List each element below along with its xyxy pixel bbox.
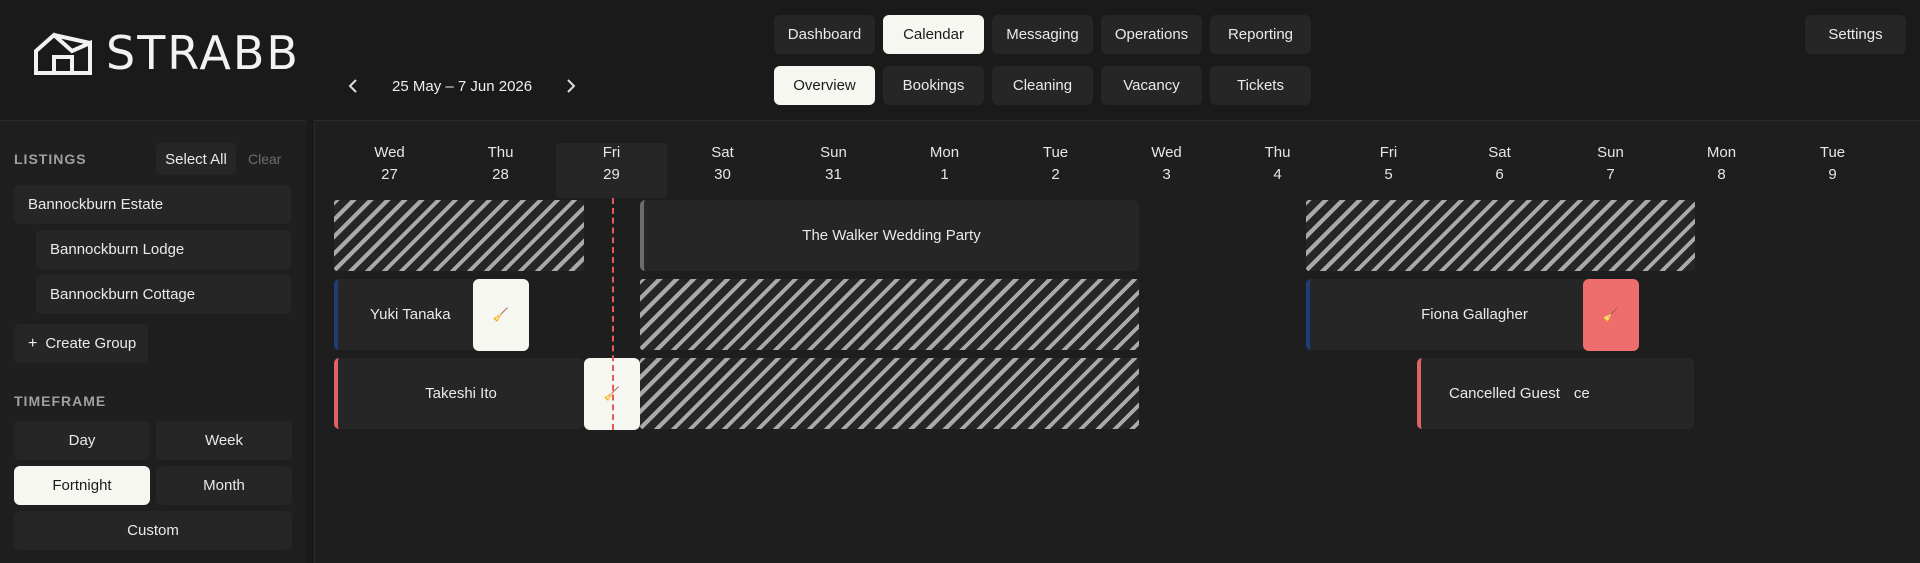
today-indicator-line [612, 198, 614, 430]
cleaning-icon: 🧹 [1602, 307, 1620, 322]
secondary-nav: Overview Bookings Cleaning Vacancy Ticke… [774, 66, 1311, 105]
booking-label: Cancelled Guest [1449, 385, 1560, 402]
day-date: 1 [940, 166, 949, 183]
listing-group-bannockburn-estate[interactable]: Bannockburn Estate [14, 185, 291, 224]
day-date: 29 [603, 166, 620, 183]
booking-label: The Walker Wedding Party [802, 227, 981, 244]
sidebar: LISTINGS Select All Clear Bannockburn Es… [0, 120, 306, 563]
cleaning-task-card[interactable]: 🧹 [473, 279, 529, 351]
day-name: Thu [1264, 144, 1291, 161]
booking-label: Yuki Tanaka [370, 306, 451, 323]
timeframe-day[interactable]: Day [14, 421, 150, 460]
day-header: Fri 5 [1333, 143, 1444, 185]
day-name: Mon [1706, 144, 1737, 161]
day-header: Wed 3 [1111, 143, 1222, 185]
tab-cleaning[interactable]: Cleaning [992, 66, 1093, 105]
listing-bannockburn-lodge[interactable]: Bannockburn Lodge [36, 230, 291, 269]
day-date: 30 [714, 166, 731, 183]
day-header: Mon 1 [889, 143, 1000, 185]
day-header: Tue 2 [1000, 143, 1111, 185]
day-header: Fri 29 [556, 143, 667, 185]
day-header: Thu 28 [445, 143, 556, 185]
blocked-period[interactable] [640, 358, 1139, 429]
booking-cancelled-guest[interactable]: Cancelled Guest ce [1417, 358, 1694, 429]
day-header: Tue 9 [1777, 143, 1888, 185]
primary-nav: Dashboard Calendar Messaging Operations … [774, 15, 1311, 54]
day-date: 2 [1051, 166, 1060, 183]
day-date: 27 [381, 166, 398, 183]
listing-bannockburn-cottage[interactable]: Bannockburn Cottage [36, 275, 291, 314]
day-name: Sat [1488, 144, 1511, 161]
select-all-button[interactable]: Select All [156, 143, 236, 175]
chevron-left-icon [348, 79, 357, 93]
house-logo-icon [34, 32, 92, 75]
day-name: Tue [1042, 144, 1069, 161]
tab-bookings[interactable]: Bookings [883, 66, 984, 105]
tab-calendar[interactable]: Calendar [883, 15, 984, 54]
day-date: 31 [825, 166, 842, 183]
day-name: Wed [1151, 144, 1182, 161]
day-header: Sat 30 [667, 143, 778, 185]
date-navigator: 25 May – 7 Jun 2026 [340, 73, 584, 99]
tab-vacancy[interactable]: Vacancy [1101, 66, 1202, 105]
day-header: Wed 27 [334, 143, 445, 185]
plus-icon: + [28, 334, 38, 352]
timeframe-fortnight[interactable]: Fortnight [14, 466, 150, 505]
day-date: 28 [492, 166, 509, 183]
tab-tickets[interactable]: Tickets [1210, 66, 1311, 105]
timeframe-section-title: TIMEFRAME [14, 393, 107, 409]
day-name: Wed [374, 144, 405, 161]
tab-messaging[interactable]: Messaging [992, 15, 1093, 54]
day-name: Mon [929, 144, 960, 161]
chevron-right-icon [567, 79, 576, 93]
cleaning-task-card-overdue[interactable]: 🧹 [1583, 279, 1639, 351]
app-logo[interactable]: STRABB [32, 30, 300, 76]
blocked-period[interactable] [334, 200, 584, 271]
day-date: 7 [1606, 166, 1615, 183]
blocked-period[interactable] [1306, 200, 1695, 271]
booking-walker-wedding-party[interactable]: The Walker Wedding Party [640, 200, 1139, 271]
tab-dashboard[interactable]: Dashboard [774, 15, 875, 54]
prev-range-button[interactable] [340, 73, 366, 99]
logo-text: STRABB [106, 26, 300, 80]
settings-button[interactable]: Settings [1805, 15, 1906, 54]
timeframe-week[interactable]: Week [156, 421, 292, 460]
day-name: Sat [711, 144, 734, 161]
day-header: Mon 8 [1666, 143, 1777, 185]
day-name: Sun [1597, 144, 1624, 161]
day-header: Thu 4 [1222, 143, 1333, 185]
listings-section-title: LISTINGS [14, 151, 87, 167]
day-date: 6 [1495, 166, 1504, 183]
day-name: Fri [602, 144, 621, 161]
booking-label: Takeshi Ito [425, 385, 497, 402]
day-name: Tue [1819, 144, 1846, 161]
booking-label-overflow: ce [1573, 385, 1590, 402]
next-range-button[interactable] [558, 73, 584, 99]
day-date: 3 [1162, 166, 1171, 183]
booking-takeshi-ito[interactable]: Takeshi Ito [334, 358, 584, 429]
day-header: Sat 6 [1444, 143, 1555, 185]
day-name: Thu [487, 144, 514, 161]
day-name: Sun [820, 144, 847, 161]
create-group-label: Create Group [45, 335, 137, 352]
date-range-label: 25 May – 7 Jun 2026 [392, 77, 533, 95]
blocked-period[interactable] [640, 279, 1139, 350]
timeframe-custom[interactable]: Custom [14, 511, 292, 550]
day-date: 9 [1828, 166, 1837, 183]
tab-operations[interactable]: Operations [1101, 15, 1202, 54]
tab-overview[interactable]: Overview [774, 66, 875, 105]
cleaning-icon: 🧹 [492, 307, 510, 322]
day-date: 5 [1384, 166, 1393, 183]
tab-reporting[interactable]: Reporting [1210, 15, 1311, 54]
day-header: Sun 7 [1555, 143, 1666, 185]
timeframe-month[interactable]: Month [156, 466, 292, 505]
booking-label: Fiona Gallagher [1421, 306, 1528, 323]
clear-button[interactable]: Clear [248, 151, 281, 167]
day-date: 4 [1273, 166, 1282, 183]
day-date: 8 [1717, 166, 1726, 183]
create-group-button[interactable]: + Create Group [14, 324, 148, 363]
day-name: Fri [1379, 144, 1398, 161]
day-header: Sun 31 [778, 143, 889, 185]
